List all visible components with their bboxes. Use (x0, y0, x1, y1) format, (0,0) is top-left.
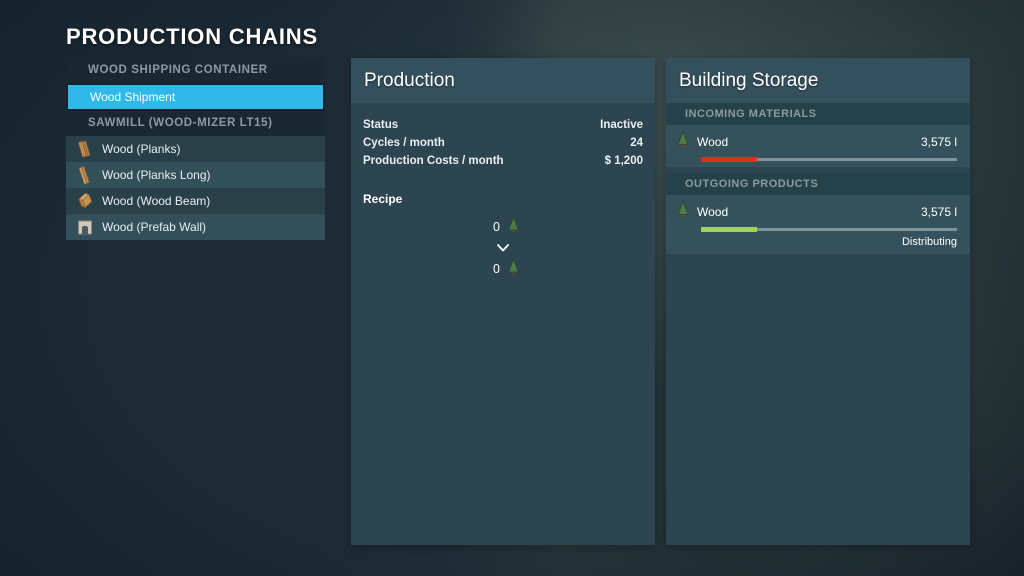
recipe-output-row: 0 (486, 258, 520, 280)
planks-long-icon (76, 165, 94, 185)
storage-fill-bar-outgoing (701, 227, 757, 232)
storage-panel-header: Building Storage (666, 58, 970, 103)
list-item-label: Wood (Planks Long) (102, 168, 211, 182)
stat-value: $ 1,200 (605, 155, 643, 167)
stat-row-cycles-per-month: Cycles / month 24 (363, 134, 643, 152)
list-item-wood-prefab-wall[interactable]: Wood (Prefab Wall) (66, 214, 325, 240)
page-title: PRODUCTION CHAINS (66, 24, 318, 50)
group-header-sawmill: SAWMILL (WOOD-MIZER LT15) (66, 111, 325, 136)
list-item-label: Wood (Wood Beam) (102, 194, 210, 208)
tree-icon (676, 130, 690, 154)
stat-label: Production Costs / month (363, 155, 504, 167)
stat-label: Status (363, 119, 398, 131)
list-item-label: Wood (Prefab Wall) (102, 220, 206, 234)
storage-item-status: Distributing (676, 236, 957, 248)
recipe-block: 0 0 (351, 206, 655, 280)
stat-label: Cycles / month (363, 137, 445, 149)
production-chains-screen: PRODUCTION CHAINS WOOD SHIPPING CONTAINE… (0, 0, 1024, 576)
list-item-wood-planks[interactable]: Wood (Planks) (66, 136, 325, 162)
chevron-down-icon (495, 238, 511, 258)
list-item-wood-shipment[interactable]: Wood Shipment (66, 83, 325, 111)
stat-value: 24 (630, 137, 643, 149)
storage-item-name: Wood (697, 135, 921, 149)
storage-row-incoming-wood[interactable]: Wood 3,575 l (666, 125, 970, 167)
production-panel-body: Status Inactive Cycles / month 24 Produc… (351, 103, 655, 280)
list-item-wood-planks-long[interactable]: Wood (Planks Long) (66, 162, 325, 188)
storage-row-outgoing-wood[interactable]: Wood 3,575 l Distributing (666, 195, 970, 254)
production-panel-header: Production (351, 58, 655, 103)
prefab-wall-icon (76, 217, 94, 237)
storage-row-top: Wood 3,575 l (676, 200, 957, 224)
tree-icon (507, 258, 520, 281)
list-item-wood-beam[interactable]: Wood (Wood Beam) (66, 188, 325, 214)
storage-item-name: Wood (697, 205, 921, 219)
stat-value: Inactive (600, 119, 643, 131)
wood-beam-icon (76, 191, 94, 211)
section-header-incoming-materials: INCOMING MATERIALS (666, 103, 970, 125)
storage-fill-bar-track (701, 158, 957, 161)
production-panel: Production Status Inactive Cycles / mont… (351, 58, 655, 545)
production-panel-title: Production (364, 70, 455, 92)
recipe-output-quantity: 0 (486, 262, 500, 276)
list-item-label: Wood (Planks) (102, 142, 180, 156)
production-stats: Status Inactive Cycles / month 24 Produc… (351, 103, 655, 170)
stat-row-status: Status Inactive (363, 116, 643, 134)
storage-item-amount: 3,575 l (921, 205, 957, 219)
recipe-title: Recipe (351, 170, 655, 206)
section-header-outgoing-products: OUTGOING PRODUCTS (666, 173, 970, 195)
tree-icon (676, 200, 690, 224)
group-header-wood-shipping-container: WOOD SHIPPING CONTAINER (66, 58, 325, 83)
tree-icon (507, 216, 520, 239)
list-item-label: Wood Shipment (90, 90, 175, 104)
recipe-input-row: 0 (486, 216, 520, 238)
storage-panel-body: INCOMING MATERIALS Wood 3,575 l O (666, 103, 970, 254)
production-chain-list: WOOD SHIPPING CONTAINER Wood Shipment SA… (66, 58, 325, 240)
storage-fill-bar-track (701, 228, 957, 231)
recipe-input-quantity: 0 (486, 220, 500, 234)
storage-item-amount: 3,575 l (921, 135, 957, 149)
storage-row-top: Wood 3,575 l (676, 130, 957, 154)
planks-icon (76, 139, 94, 159)
storage-fill-bar-incoming (701, 157, 757, 162)
storage-panel-title: Building Storage (679, 70, 818, 92)
building-storage-panel: Building Storage INCOMING MATERIALS Wood… (666, 58, 970, 545)
stat-row-production-costs: Production Costs / month $ 1,200 (363, 152, 643, 170)
